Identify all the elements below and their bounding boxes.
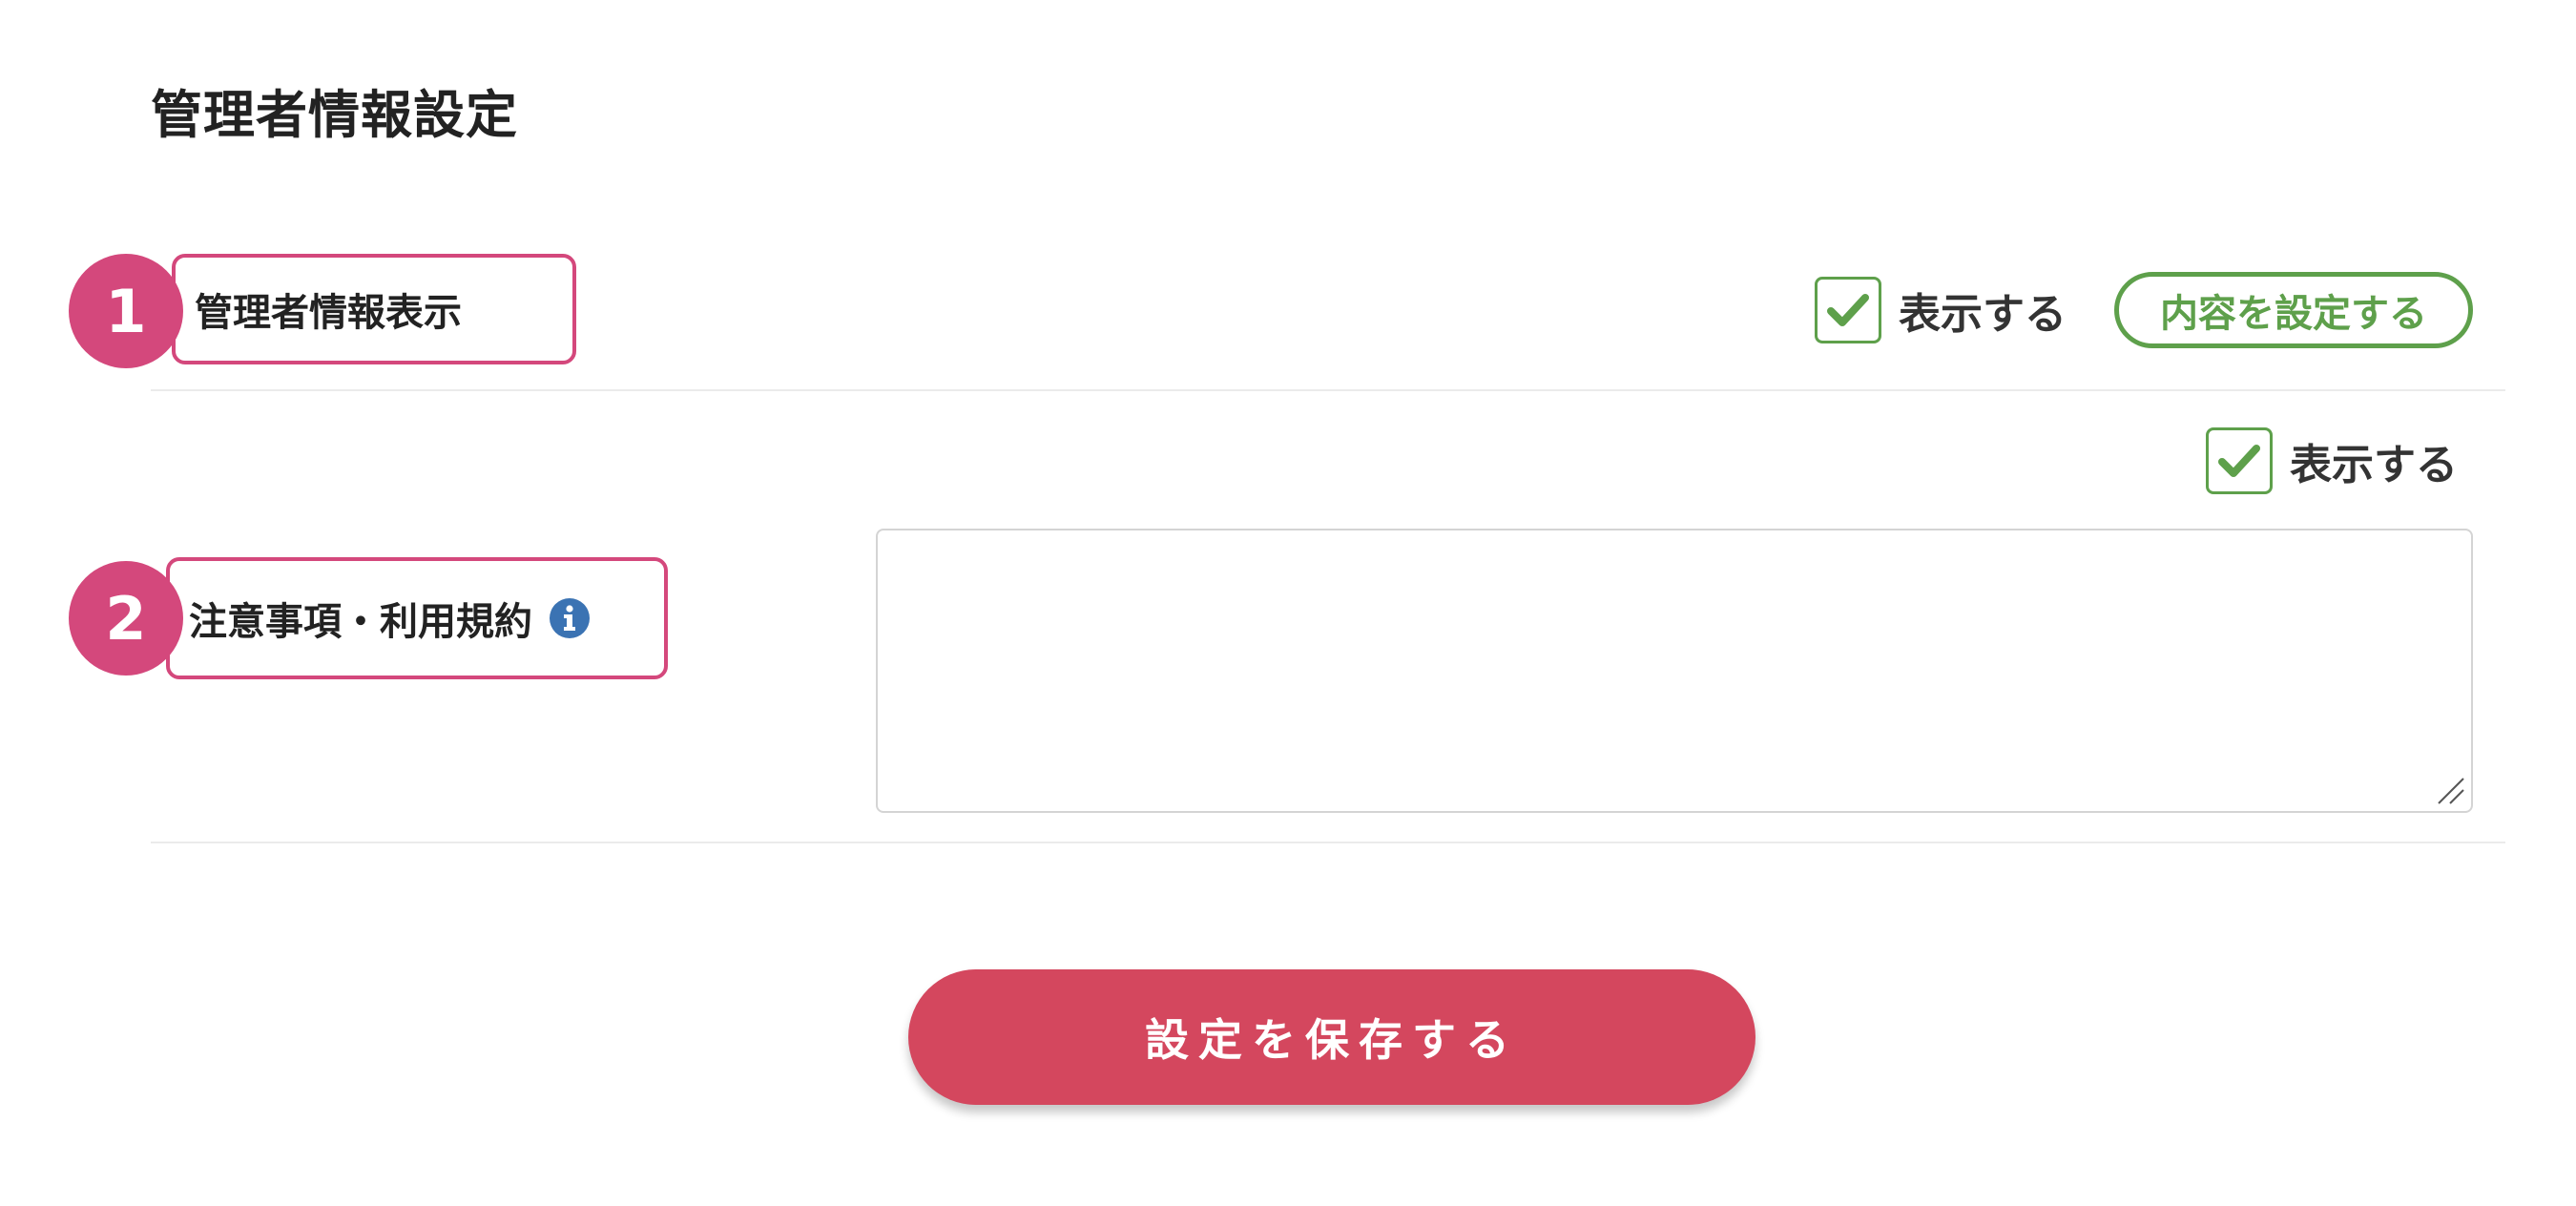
annotation-marker-2: 2 — [69, 561, 183, 676]
info-glyph — [564, 605, 575, 631]
admin-info-display-label-box: 管理者情報表示 — [172, 254, 576, 364]
admin-info-show-label: 表示する — [1899, 290, 2067, 339]
admin-info-show-checkbox-group[interactable]: 表示する — [1815, 277, 2067, 343]
save-settings-button[interactable]: 設定を保存する — [908, 969, 1755, 1105]
notes-terms-show-label: 表示する — [2290, 441, 2458, 489]
resize-handle-icon[interactable] — [2435, 775, 2465, 805]
section-divider — [151, 389, 2505, 391]
page-title: 管理者情報設定 — [151, 85, 518, 145]
section-divider — [151, 842, 2505, 843]
notes-terms-textarea[interactable] — [876, 529, 2473, 813]
notes-terms-show-checkbox-group[interactable]: 表示する — [2206, 427, 2458, 494]
annotation-marker-1: 1 — [69, 254, 183, 368]
info-icon[interactable] — [550, 598, 590, 638]
configure-content-button[interactable]: 内容を設定する — [2114, 272, 2473, 348]
notes-terms-show-checkbox[interactable] — [2206, 427, 2273, 494]
admin-info-show-checkbox[interactable] — [1815, 277, 1881, 343]
admin-info-display-label: 管理者情報表示 — [195, 291, 462, 335]
checkmark-icon — [1827, 294, 1869, 326]
notes-terms-label-box: 注意事項・利用規約 — [166, 557, 668, 679]
checkmark-icon — [2218, 445, 2260, 477]
admin-info-settings-page: 管理者情報設定 1 管理者情報表示 表示する 内容を設定する 表示する 2 注意… — [0, 0, 2576, 1206]
notes-terms-label: 注意事項・利用規約 — [189, 600, 532, 644]
